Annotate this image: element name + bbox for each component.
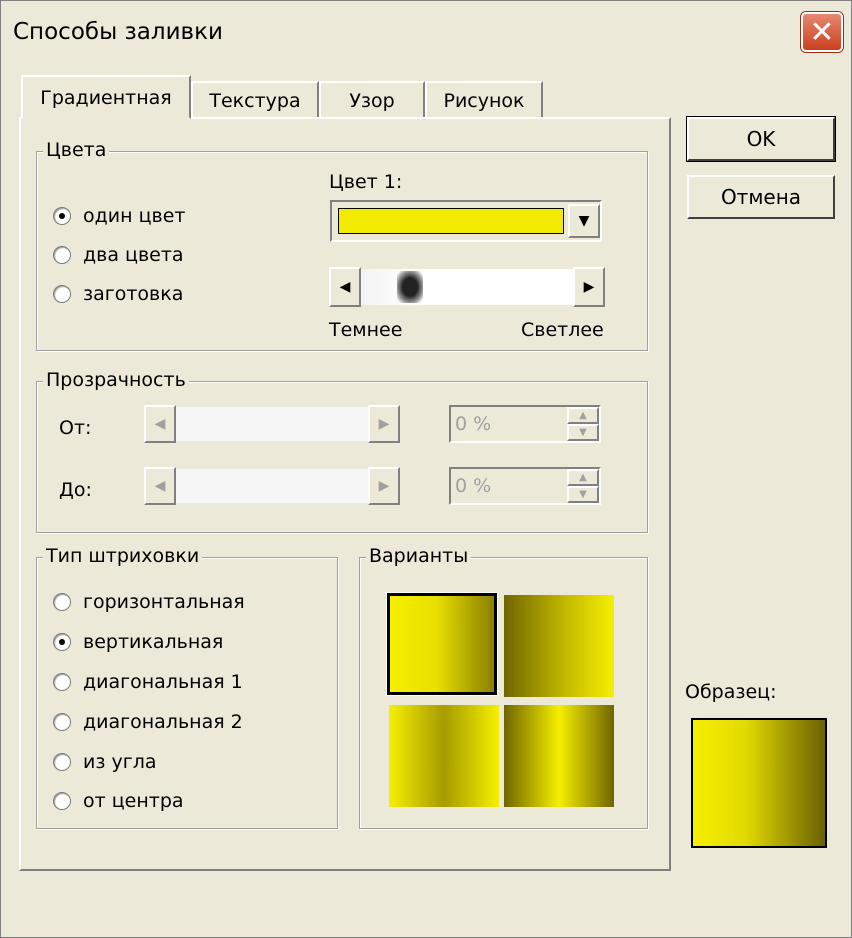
shade-thumb[interactable] [397,271,423,303]
label-horizontal: горизонтальная [83,591,245,613]
to-value: 0 % [455,475,492,497]
arrow-left-icon: ◀ [339,279,351,295]
label-vertical: вертикальная [83,631,224,653]
variant-2[interactable] [504,595,614,697]
radio-preset[interactable] [53,285,71,303]
transparency-group: Прозрачность [36,368,648,533]
variant-3[interactable] [389,705,499,807]
to-spin-up[interactable]: ▲ [567,469,599,486]
tab-gradient[interactable]: Градиентная [21,75,191,119]
shade-track[interactable] [361,269,573,305]
label-diagonal-1: диагональная 1 [83,671,243,693]
sample-label: Образец: [685,681,777,703]
spin-down-icon: ▼ [579,489,587,500]
ok-button[interactable]: OK [687,117,835,161]
tab-texture[interactable]: Текстура [191,81,319,119]
to-left-button[interactable]: ◀ [144,467,176,505]
variant-1[interactable] [386,592,498,696]
to-spin-field[interactable]: 0 % ▲ ▼ [449,467,601,505]
label-preset: заготовка [83,283,184,305]
color-swatch [338,208,564,234]
to-label: До: [59,479,92,501]
radio-from-corner[interactable] [53,753,71,771]
from-left-button[interactable]: ◀ [144,405,176,443]
color1-dropdown[interactable]: ▼ [330,200,602,242]
spin-down-icon: ▼ [579,427,587,438]
chevron-down-icon: ▼ [578,213,590,229]
shade-left-button[interactable]: ◀ [329,267,361,307]
sample-preview [691,718,827,848]
arrow-left-icon: ◀ [154,416,166,432]
label-diagonal-2: диагональная 2 [83,711,243,733]
from-spin-field[interactable]: 0 % ▲ ▼ [449,405,601,443]
radio-from-center[interactable] [53,792,71,810]
fill-effects-dialog: Способы заливки ✕ Градиентная Текстура У… [0,0,852,938]
arrow-right-icon: ▶ [378,416,390,432]
to-track[interactable] [176,469,368,503]
close-button[interactable]: ✕ [801,12,843,52]
radio-vertical[interactable] [53,633,71,651]
tab-pattern[interactable]: Узор [319,81,425,119]
radio-one-color[interactable] [53,207,71,225]
spin-up-icon: ▲ [579,410,587,421]
label-from-corner: из угла [83,751,157,773]
dropdown-button[interactable]: ▼ [568,204,600,238]
spin-up-icon: ▲ [579,472,587,483]
label-two-colors: два цвета [83,244,184,266]
lighter-label: Светлее [521,319,604,341]
cancel-button[interactable]: Отмена [687,175,835,219]
from-spin-up[interactable]: ▲ [567,407,599,424]
darker-label: Темнее [329,319,403,341]
dialog-title: Способы заливки [13,19,223,45]
close-icon: ✕ [809,15,835,50]
from-label: От: [59,417,92,439]
label-from-center: от центра [83,790,184,812]
from-value: 0 % [455,413,492,435]
transparency-legend: Прозрачность [43,368,189,392]
to-spin-down[interactable]: ▼ [567,486,599,503]
tab-picture[interactable]: Рисунок [425,81,543,119]
variants-legend: Варианты [366,544,472,568]
radio-horizontal[interactable] [53,593,71,611]
from-spin-down[interactable]: ▼ [567,424,599,441]
arrow-right-icon: ▶ [378,478,390,494]
shading-legend: Тип штриховки [43,544,203,568]
arrow-left-icon: ◀ [154,478,166,494]
color1-label: Цвет 1: [329,171,403,193]
variant-4[interactable] [504,705,614,807]
from-right-button[interactable]: ▶ [368,405,400,443]
radio-two-colors[interactable] [53,246,71,264]
label-one-color: один цвет [83,205,186,227]
from-track[interactable] [176,407,368,441]
colors-legend: Цвета [43,138,110,162]
shade-right-button[interactable]: ▶ [573,267,605,307]
arrow-right-icon: ▶ [583,279,595,295]
to-right-button[interactable]: ▶ [368,467,400,505]
radio-diagonal-1[interactable] [53,673,71,691]
radio-diagonal-2[interactable] [53,713,71,731]
